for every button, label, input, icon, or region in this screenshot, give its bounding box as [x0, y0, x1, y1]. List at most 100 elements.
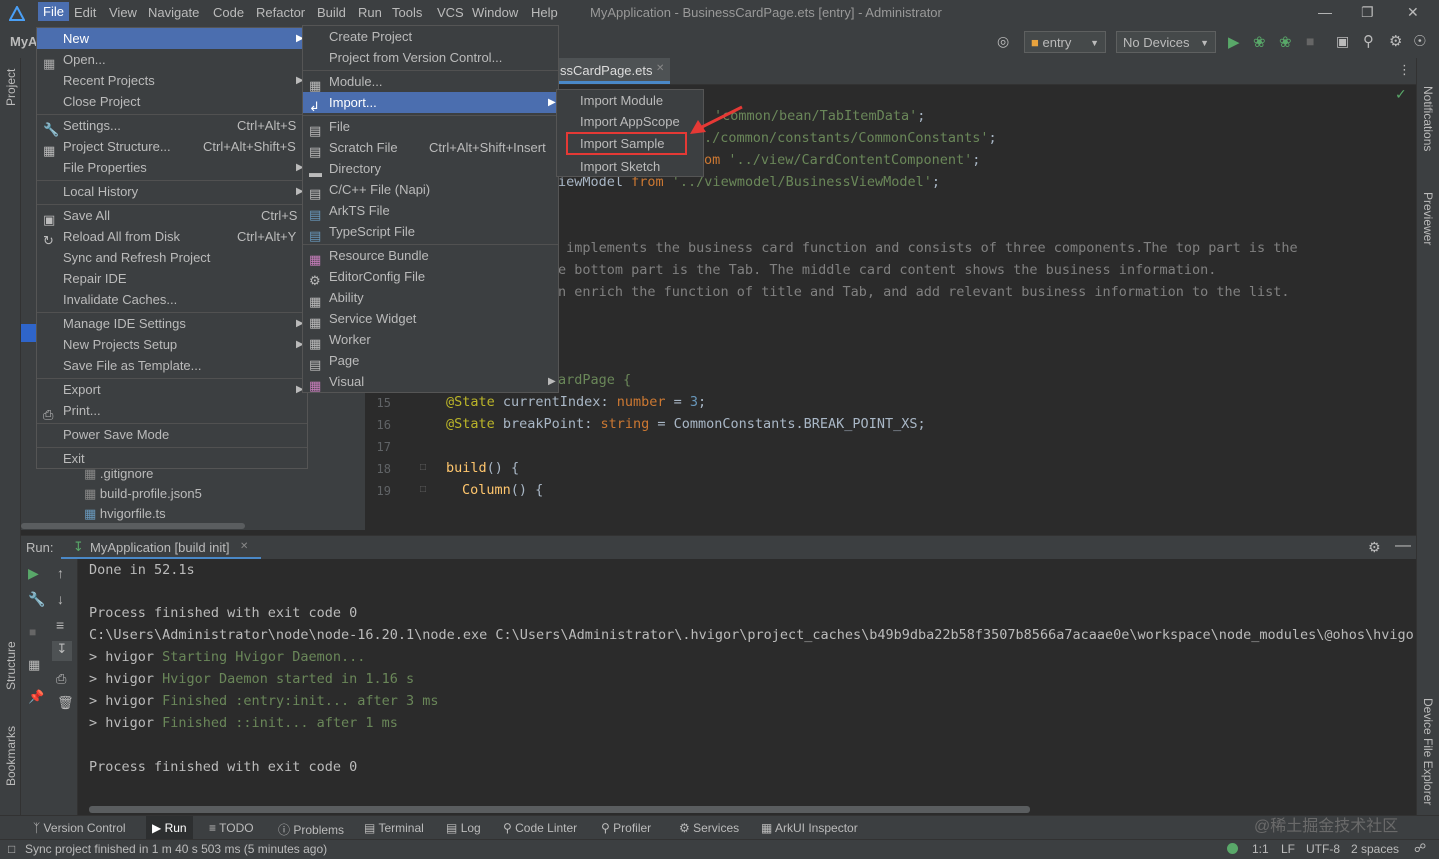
close-tab-icon[interactable]: ✕ [240, 541, 248, 552]
search-icon[interactable]: ⚲ [1363, 32, 1374, 50]
menu-item-import-sketch[interactable]: Import Sketch [557, 156, 703, 177]
menu-item-sync[interactable]: Sync and Refresh Project [37, 247, 307, 268]
menu-item-file-properties[interactable]: File Properties ▶ [37, 157, 307, 178]
menu-file[interactable]: File [38, 2, 69, 21]
menu-item-editorconfig[interactable]: ⚙ EditorConfig File [303, 266, 558, 288]
menu-item-local-history[interactable]: Local History ▶ [37, 181, 307, 202]
menu-item-typescript-file[interactable]: ▤ TypeScript File [303, 221, 558, 243]
menu-item-save-all[interactable]: ▣ Save All Ctrl+S [37, 205, 307, 227]
tab-log[interactable]: ▤ Log [446, 821, 481, 835]
fold-icon[interactable]: □ [420, 462, 426, 473]
hide-panel-icon[interactable]: — [1395, 537, 1411, 555]
menu-item-page[interactable]: ▤ Page [303, 350, 558, 372]
menu-item-worker[interactable]: ▦ Worker [303, 329, 558, 351]
menu-item-save-as-template[interactable]: Save File as Template... [37, 355, 307, 376]
gear-icon[interactable]: ⚙ [1389, 32, 1402, 50]
line-separator[interactable]: LF [1281, 842, 1295, 856]
attach-debugger-icon[interactable]: ❀ [1279, 33, 1292, 51]
fold-icon[interactable]: □ [420, 484, 426, 495]
previewer-tool-tab[interactable]: Previewer [1421, 192, 1435, 245]
project-name[interactable]: MyA [10, 34, 37, 49]
status-layout-icon[interactable]: □ [8, 842, 15, 856]
tab-todo[interactable]: ≡ TODO [209, 821, 254, 835]
tab-run[interactable]: ▶ Run [146, 816, 193, 840]
menu-item-power-save[interactable]: Power Save Mode [37, 424, 307, 445]
tab-profiler[interactable]: ⚲ Profiler [601, 821, 651, 835]
menu-item-module[interactable]: ▦ Module... [303, 71, 558, 93]
status-message[interactable]: Sync project finished in 1 m 40 s 503 ms… [25, 842, 327, 856]
tree-item-build-profile[interactable]: ▦ build-profile.json5 [84, 486, 202, 502]
menu-item-directory[interactable]: ▬ Directory [303, 158, 558, 180]
menu-vcs[interactable]: VCS [437, 5, 464, 20]
layout-icon[interactable]: ▦ [28, 657, 40, 673]
stop-icon[interactable]: ■ [29, 625, 36, 639]
menu-item-ability[interactable]: ▦ Ability [303, 287, 558, 309]
project-tool-tab[interactable]: Project [4, 69, 18, 106]
debug-icon[interactable]: ❀ [1253, 33, 1266, 51]
tab-code-linter[interactable]: ⚲ Code Linter [503, 821, 577, 835]
restore-icon[interactable]: ❐ [1361, 4, 1374, 21]
print-icon[interactable]: ⎙ [56, 671, 66, 687]
menu-item-cpp-file[interactable]: ▤ C/C++ File (Napi) [303, 179, 558, 201]
soft-wrap-icon[interactable]: ≡ [56, 617, 64, 633]
menu-item-import-module[interactable]: Import Module [557, 90, 703, 111]
close-tab-icon[interactable]: ✕ [656, 63, 664, 74]
device-explorer-tool-tab[interactable]: Device File Explorer [1421, 698, 1435, 805]
menu-item-service-widget[interactable]: ▦ Service Widget [303, 308, 558, 330]
more-options-icon[interactable]: ⋮ [1398, 62, 1411, 78]
menu-item-scratch-file[interactable]: ▤ Scratch File Ctrl+Alt+Shift+Insert [303, 137, 558, 159]
menu-item-settings[interactable]: 🔧 Settings... Ctrl+Alt+S [37, 115, 307, 137]
bookmarks-tool-tab[interactable]: Bookmarks [4, 726, 18, 786]
tab-services[interactable]: ⚙ Services [679, 821, 739, 835]
run-config-select[interactable]: ■ entry ▼ [1024, 31, 1106, 53]
down-arrow-icon[interactable]: ↓ [57, 591, 64, 607]
gear-icon[interactable]: ⚙ [1368, 539, 1381, 556]
menu-item-invalidate-caches[interactable]: Invalidate Caches... [37, 289, 307, 310]
menu-item-arkts-file[interactable]: ▤ ArkTS File [303, 200, 558, 222]
lock-icon[interactable]: ☍ [1414, 841, 1426, 855]
menu-item-export[interactable]: Export ▶ [37, 379, 307, 400]
menu-item-manage-ide-settings[interactable]: Manage IDE Settings ▶ [37, 313, 307, 334]
user-icon[interactable]: ☉ [1413, 32, 1426, 50]
menu-item-import-appscope[interactable]: Import AppScope [557, 111, 703, 132]
menu-tools[interactable]: Tools [392, 5, 422, 20]
up-arrow-icon[interactable]: ↑ [57, 565, 64, 581]
menu-item-file[interactable]: ▤ File [303, 116, 558, 138]
menu-edit[interactable]: Edit [74, 5, 96, 20]
menu-item-open[interactable]: ▦ Open... [37, 49, 307, 71]
menu-item-print[interactable]: ⎙ Print... [37, 400, 307, 422]
menu-build[interactable]: Build [317, 5, 346, 20]
caret-position[interactable]: 1:1 [1252, 842, 1269, 856]
menu-item-import[interactable]: ↲ Import... ▶ [303, 92, 558, 114]
menu-item-recent-projects[interactable]: Recent Projects ▶ [37, 70, 307, 91]
menu-item-create-project[interactable]: Create Project [303, 26, 558, 47]
stop-icon[interactable]: ■ [1306, 33, 1314, 49]
menu-item-project-from-vcs[interactable]: Project from Version Control... [303, 47, 558, 68]
notifications-tool-tab[interactable]: Notifications [1421, 86, 1435, 151]
minimize-icon[interactable]: — [1318, 4, 1332, 20]
menu-refactor[interactable]: Refactor [256, 5, 305, 20]
structure-tool-tab[interactable]: Structure [4, 641, 18, 690]
tab-terminal[interactable]: ▤ Terminal [364, 821, 424, 835]
menu-item-exit[interactable]: Exit [37, 448, 307, 469]
menu-item-close-project[interactable]: Close Project [37, 91, 307, 112]
menu-item-reload[interactable]: ↻ Reload All from Disk Ctrl+Alt+Y [37, 226, 307, 248]
menu-run[interactable]: Run [358, 5, 382, 20]
output-scrollbar[interactable] [89, 806, 1030, 813]
tree-item-hvigorfile[interactable]: ▦ hvigorfile.ts [84, 506, 166, 522]
rerun-icon[interactable]: ▶ [28, 565, 39, 582]
menu-item-new[interactable]: New ▶ [37, 28, 307, 49]
trash-icon[interactable]: 🗑 [57, 695, 74, 711]
device-manager-icon[interactable]: ▣ [1336, 33, 1349, 50]
menu-item-resource-bundle[interactable]: ▦ Resource Bundle [303, 245, 558, 267]
menu-navigate[interactable]: Navigate [148, 5, 199, 20]
menu-window[interactable]: Window [472, 5, 518, 20]
run-icon[interactable]: ▶ [1228, 33, 1240, 51]
pin-icon[interactable]: 📌 [28, 689, 44, 705]
menu-code[interactable]: Code [213, 5, 244, 20]
target-icon[interactable]: ◎ [997, 33, 1009, 50]
file-encoding[interactable]: UTF-8 [1306, 842, 1340, 856]
menu-item-visual[interactable]: ▦ Visual ▶ [303, 371, 558, 393]
close-icon[interactable]: ✕ [1407, 4, 1419, 21]
inspection-ok-icon[interactable]: ✓ [1395, 86, 1407, 103]
